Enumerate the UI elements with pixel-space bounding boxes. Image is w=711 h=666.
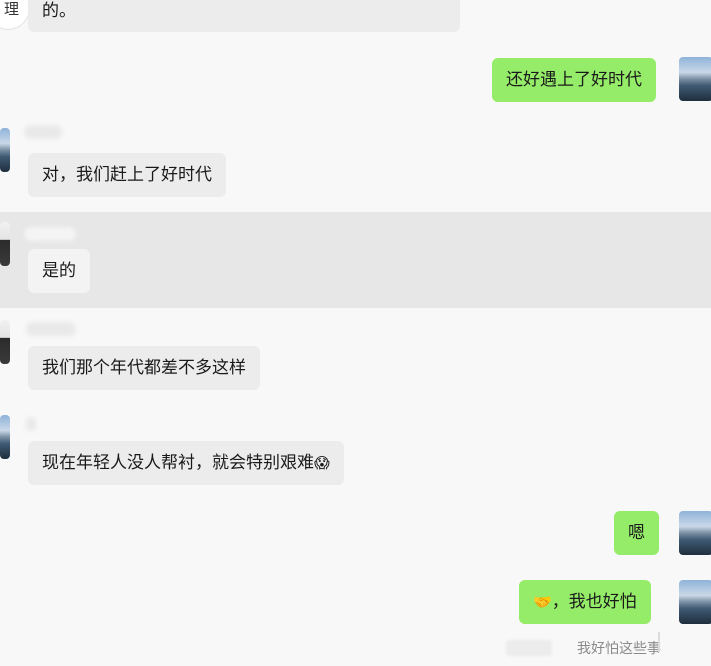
message-bubble-outgoing[interactable]: 还好遇上了好时代 <box>492 58 656 102</box>
sender-name <box>26 322 76 336</box>
avatar-contact[interactable] <box>0 320 10 364</box>
quote-divider <box>658 632 660 652</box>
avatar-self[interactable] <box>679 511 711 555</box>
message-bubble-incoming[interactable]: 我们那个年代都差不多这样 <box>28 346 260 390</box>
message-text: ，我也好怕 <box>551 592 637 612</box>
message-bubble-outgoing[interactable]: 嗯 <box>614 511 659 555</box>
message-text: 现在年轻人没人帮衬，就会特别艰难 <box>42 453 314 473</box>
sender-name <box>24 227 76 241</box>
sender-name <box>24 125 62 139</box>
avatar-self[interactable] <box>679 57 711 101</box>
message-bubble-incoming[interactable]: 对，我们赶上了好时代 <box>28 153 226 197</box>
avatar-contact[interactable] <box>0 128 10 172</box>
quote-sender-name <box>506 640 552 656</box>
avatar-self[interactable] <box>679 580 711 624</box>
message-bubble-outgoing[interactable]: 🤝，我也好怕 <box>519 580 651 624</box>
avatar-contact[interactable] <box>0 415 10 459</box>
fearful-face-icon: 😱 <box>314 454 330 472</box>
sender-name <box>26 417 36 431</box>
message-bubble-incoming[interactable]: 是的 <box>28 249 90 293</box>
avatar-contact[interactable] <box>0 222 10 266</box>
quoted-message-preview[interactable]: 我好怕这些事 <box>577 638 661 658</box>
message-bubble-incoming[interactable]: 的。 <box>28 0 460 32</box>
edge-circle-button[interactable]: 理 <box>0 0 30 30</box>
handshake-icon: 🤝 <box>533 593 552 611</box>
message-bubble-incoming[interactable]: 现在年轻人没人帮衬，就会特别艰难😱 <box>28 441 344 485</box>
highlighted-message-row <box>0 212 711 308</box>
